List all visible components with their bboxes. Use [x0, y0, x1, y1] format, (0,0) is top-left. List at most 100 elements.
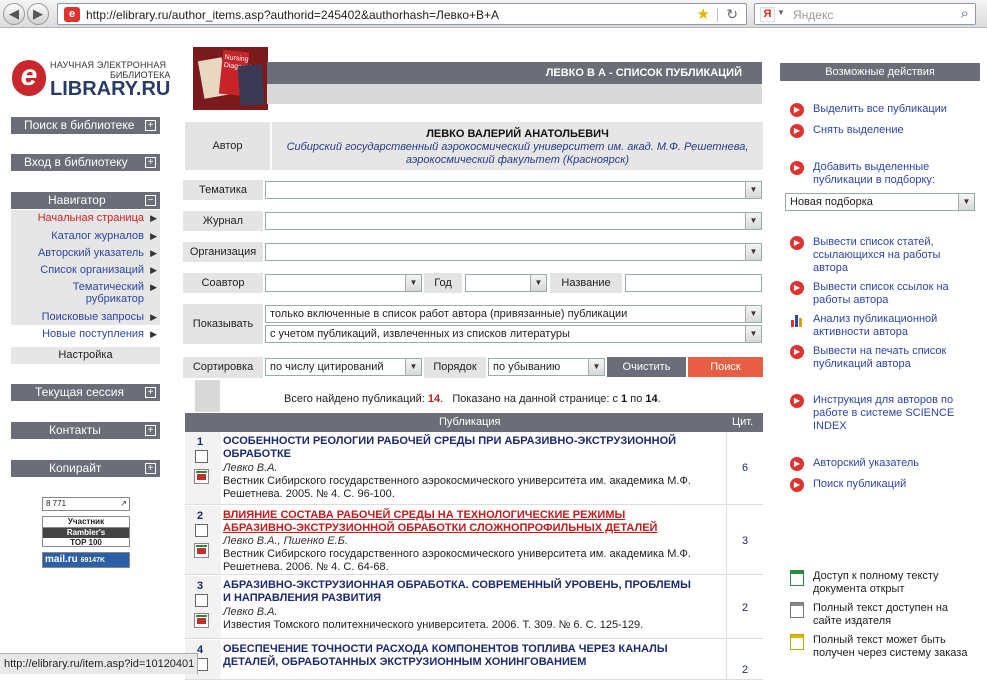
logo-brand: LIBRARY.RU [50, 78, 171, 100]
citing-list-link[interactable]: ▶ Вывести список статей, ссылающихся на р… [790, 236, 975, 275]
journal-label: Журнал [183, 211, 263, 231]
journal-select[interactable]: ▼ [265, 212, 762, 230]
arrow-right-icon: ▶ [790, 478, 804, 492]
add-to-collection-link[interactable]: ▶ Добавить выделенные публикации в подбор… [790, 161, 975, 187]
plus-icon: + [145, 120, 156, 131]
publication-search-link[interactable]: ▶ Поиск публикаций [790, 478, 975, 492]
publication-title[interactable]: ОСОБЕННОСТИ РЕОЛОГИИ РАБОЧЕЙ СРЕДЫ ПРИ А… [223, 435, 698, 461]
name-input[interactable] [625, 274, 762, 292]
plus-icon: + [145, 425, 156, 436]
topic-select[interactable]: ▼ [265, 181, 762, 199]
coauthor-select[interactable]: ▼ [265, 274, 422, 292]
nav-queries[interactable]: Поисковые запросы ▶ [11, 311, 160, 323]
citations-count[interactable]: 2 [726, 640, 763, 679]
reload-icon[interactable]: ↻ [726, 6, 738, 23]
search-button[interactable]: Поиск [688, 357, 763, 377]
bookmark-star-icon[interactable]: ★ [697, 5, 710, 23]
collection-select[interactable]: Новая подборка ▼ [785, 193, 975, 211]
bar-chart-icon [791, 315, 802, 327]
arrow-right-icon: ▶ [150, 248, 157, 258]
search-icon[interactable]: ⌕ [961, 5, 969, 22]
address-bar[interactable]: e http://elibrary.ru/author_items.asp?au… [57, 3, 747, 25]
contacts-button[interactable]: Контакты + [11, 422, 160, 439]
table-row: 3 АБРАЗИВНО-ЭКСТРУЗИОННАЯ ОБРАБОТКА. СОВ… [185, 576, 763, 639]
refs-list-link[interactable]: ▶ Вывести список ссылок на работы автора [790, 281, 975, 307]
mailru-counter[interactable]: mail.ru 69147K [42, 552, 130, 568]
author-index-link[interactable]: ▶ Авторский указатель [790, 457, 975, 471]
table-row: 2 ВЛИЯНИЕ СОСТАВА РАБОЧЕЙ СРЕДЫ НА ТЕХНО… [185, 506, 763, 575]
org-select[interactable]: ▼ [265, 243, 762, 261]
navigator-button[interactable]: Навигатор − [11, 192, 160, 209]
browser-toolbar: ◀ ▶ e http://elibrary.ru/author_items.as… [0, 0, 987, 28]
rambler-counter[interactable]: Участник Rambler's TOP 100 [42, 516, 130, 547]
chevron-down-icon: ▼ [958, 194, 974, 210]
plus-icon: + [145, 157, 156, 168]
nav-orgs[interactable]: Список организаций ▶ [11, 264, 160, 276]
publication-title[interactable]: ОБЕСПЕЧЕНИЕ ТОЧНОСТИ РАСХОДА КОМПОНЕНТОВ… [223, 643, 698, 669]
analysis-link[interactable]: Анализ публикационной активности автора [790, 313, 975, 339]
table-row: 1 ОСОБЕННОСТИ РЕОЛОГИИ РАБОЧЕЙ СРЕДЫ ПРИ… [185, 432, 763, 505]
citations-count[interactable]: 2 [726, 576, 763, 638]
login-button[interactable]: Вход в библиотеку + [11, 154, 160, 171]
minus-icon: − [145, 195, 156, 206]
nav-new[interactable]: Новые поступления ▶ [11, 328, 160, 340]
publication-title[interactable]: АБРАЗИВНО-ЭКСТРУЗИОННАЯ ОБРАБОТКА. СОВРЕ… [223, 579, 698, 605]
chevron-down-icon[interactable]: ▼ [777, 8, 785, 17]
settings-link[interactable]: Настройка [11, 347, 160, 364]
select-all-link[interactable]: ▶ Выделить все публикации [790, 103, 975, 117]
document-gray-icon [790, 602, 804, 618]
back-icon[interactable]: ◀ [3, 3, 25, 25]
search-bar[interactable]: Я ▼ Яндекс ⌕ [754, 3, 976, 25]
plus-icon: + [145, 463, 156, 474]
arrow-right-icon: ▶ [790, 394, 804, 408]
show-select-refs[interactable]: с учетом публикаций, извлеченных из спис… [265, 325, 762, 343]
citations-count[interactable]: 6 [726, 432, 763, 504]
author-name: ЛЕВКО ВАЛЕРИЙ АНАТОЛЬЕВИЧ [426, 128, 609, 140]
citations-count[interactable]: 3 [726, 506, 763, 574]
author-affiliation: Сибирский государственный аэрокосмически… [286, 141, 749, 166]
arrow-right-icon: ▶ [790, 236, 804, 250]
publication-source: Вестник Сибирского государственного аэро… [223, 475, 691, 500]
select-checkbox[interactable] [195, 594, 208, 607]
copyright-button[interactable]: Копирайт + [11, 460, 160, 477]
publication-title[interactable]: ВЛИЯНИЕ СОСТАВА РАБОЧЕЙ СРЕДЫ НА ТЕХНОЛО… [223, 509, 698, 535]
select-checkbox[interactable] [195, 524, 208, 537]
coauthor-label: Соавтор [183, 273, 263, 293]
document-yellow-icon [790, 634, 804, 650]
pdf-icon[interactable] [194, 469, 209, 484]
order-select[interactable]: по убыванию ▼ [488, 358, 605, 376]
clear-button[interactable]: Очистить [607, 357, 686, 377]
pdf-icon[interactable] [194, 543, 209, 558]
status-bar: http://elibrary.ru/item.asp?id=10120401 [0, 653, 198, 674]
search-library-button[interactable]: Поиск в библиотеке + [11, 117, 160, 134]
select-checkbox[interactable] [195, 450, 208, 463]
legend-publisher: Полный текст доступен на сайте издателя [790, 602, 975, 628]
chevron-down-icon: ▼ [530, 275, 546, 291]
author-info: ЛЕВКО ВАЛЕРИЙ АНАТОЛЬЕВИЧ Сибирский госу… [272, 122, 763, 170]
nav-journals[interactable]: Каталог журналов ▶ [11, 230, 160, 242]
elibrary-logo[interactable]: e НАУЧНАЯ ЭЛЕКТРОННАЯ БИБЛИОТЕКА LIBRARY… [10, 58, 170, 102]
nav-rubricator[interactable]: Тематический рубрикатор ▶ [11, 281, 160, 305]
show-label: Показывать [183, 304, 263, 344]
instruction-link[interactable]: ▶ Инструкция для авторов по работе в сист… [790, 394, 975, 433]
order-label: Порядок [424, 357, 486, 378]
session-button[interactable]: Текущая сессия + [11, 384, 160, 401]
sort-label: Сортировка [183, 357, 263, 378]
chevron-down-icon: ▼ [405, 275, 421, 291]
logo-line1: НАУЧНАЯ ЭЛЕКТРОННАЯ [50, 60, 167, 70]
table-header: Публикация Цит. [185, 413, 763, 432]
liveinternet-counter[interactable]: 8 771 ↗ [42, 497, 130, 511]
forward-icon[interactable]: ▶ [27, 3, 49, 25]
nav-home[interactable]: Начальная страница ▶ [11, 212, 160, 224]
print-list-link[interactable]: ▶ Вывести на печать список публикаций авт… [790, 345, 975, 371]
deselect-link[interactable]: ▶ Снять выделение [790, 124, 975, 138]
nav-authors[interactable]: Авторский указатель ▶ [11, 247, 160, 259]
actions-header: Возможные действия [780, 63, 980, 81]
logo-e-icon: e [12, 60, 46, 96]
sort-select[interactable]: по числу цитирований ▼ [265, 358, 422, 376]
search-placeholder: Яндекс [793, 8, 834, 22]
plus-icon: + [145, 387, 156, 398]
show-select-linked[interactable]: только включенные в список работ автора … [265, 305, 762, 323]
year-select[interactable]: ▼ [465, 274, 547, 292]
pdf-icon[interactable] [194, 613, 209, 628]
